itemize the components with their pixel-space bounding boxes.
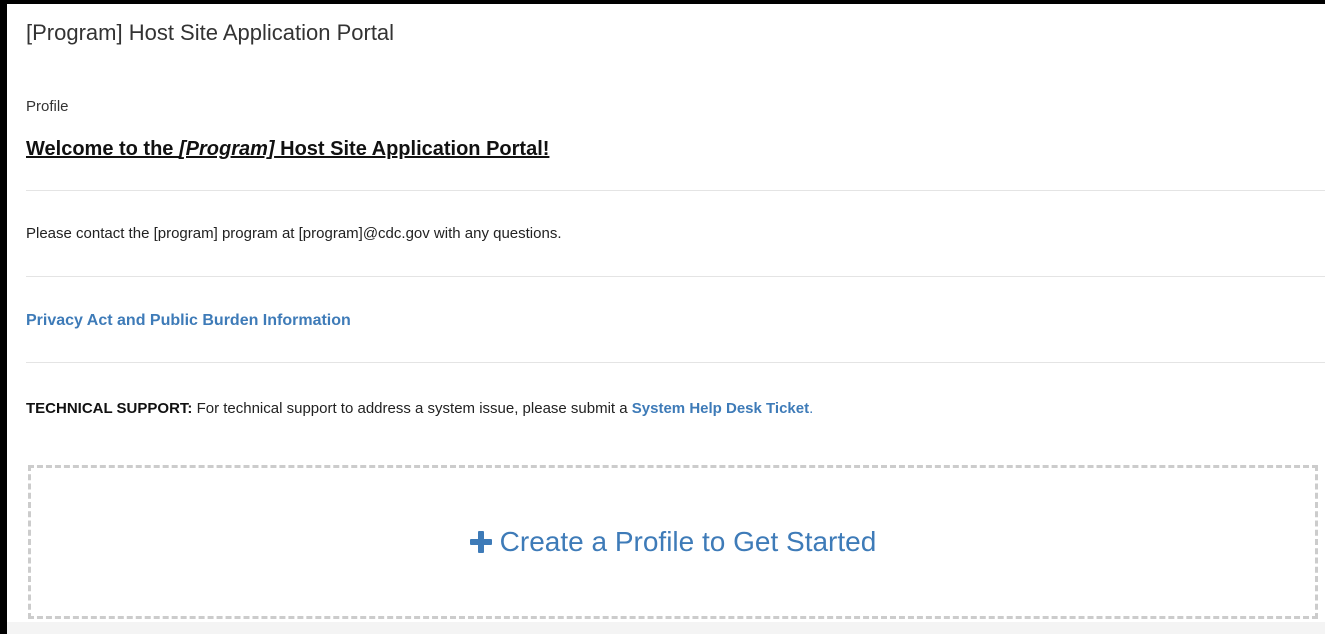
main-content: [Program] Host Site Application Portal P… (21, 4, 1325, 634)
technical-support-text: TECHNICAL SUPPORT: For technical support… (26, 400, 813, 418)
create-profile-button[interactable]: Create a Profile to Get Started (28, 465, 1318, 619)
create-profile-label: Create a Profile to Get Started (499, 526, 877, 557)
help-desk-ticket-link[interactable]: System Help Desk Ticket (632, 400, 809, 417)
divider (26, 276, 1325, 277)
page-title: [Program] Host Site Application Portal (26, 20, 395, 45)
contact-text: Please contact the [program] program at … (26, 225, 562, 242)
privacy-act-link[interactable]: Privacy Act and Public Burden Informatio… (26, 311, 351, 331)
create-profile-content: Create a Profile to Get Started (469, 526, 877, 558)
section-label: Profile (26, 98, 69, 115)
divider (26, 362, 1325, 363)
welcome-heading: Welcome to the [Program] Host Site Appli… (26, 136, 549, 162)
welcome-program: [Program] (179, 138, 275, 160)
welcome-suffix: Host Site Application Portal! (274, 138, 550, 160)
technical-support-period: . (809, 400, 814, 417)
divider (26, 190, 1325, 191)
welcome-prefix: Welcome to the (26, 138, 179, 160)
technical-support-body: For technical support to address a syste… (192, 400, 632, 417)
bottom-shade (7, 622, 1325, 634)
technical-support-label: TECHNICAL SUPPORT: (26, 400, 193, 417)
portal-frame: [Program] Host Site Application Portal P… (0, 0, 1325, 634)
plus-icon (469, 531, 492, 553)
